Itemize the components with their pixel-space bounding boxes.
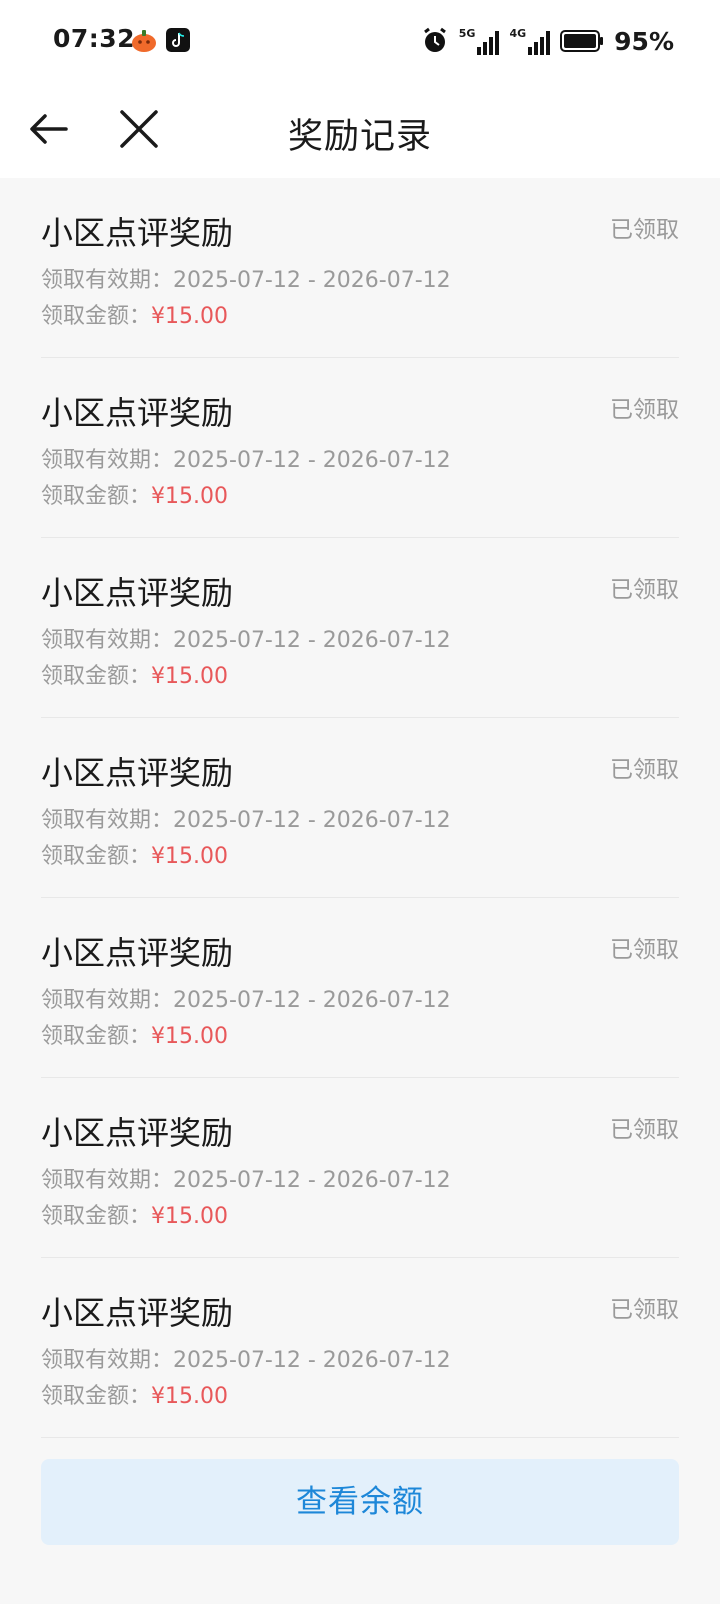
list-item[interactable]: 小区点评奖励 已领取 领取有效期：2025-07-12 - 2026-07-12… bbox=[41, 898, 679, 1078]
amount-label: 领取金额： bbox=[41, 304, 152, 329]
battery-icon bbox=[560, 30, 604, 52]
amount-value: ¥15.00 bbox=[151, 1024, 228, 1049]
amount-value: ¥15.00 bbox=[151, 1384, 228, 1409]
status-badge: 已领取 bbox=[610, 757, 679, 783]
view-balance-button[interactable]: 查看余额 bbox=[41, 1459, 679, 1545]
amount-label: 领取金额： bbox=[41, 844, 152, 869]
amount-value: ¥15.00 bbox=[151, 844, 228, 869]
validity-value: 2025-07-12 - 2026-07-12 bbox=[173, 448, 451, 473]
signal-bar bbox=[528, 47, 533, 55]
validity-label: 领取有效期： bbox=[41, 808, 174, 833]
network-4g-label: 4G bbox=[509, 27, 527, 40]
record-title: 小区点评奖励 bbox=[41, 214, 234, 252]
list-item[interactable]: 小区点评奖励 已领取 领取有效期：2025-07-12 - 2026-07-12… bbox=[41, 538, 679, 718]
record-title: 小区点评奖励 bbox=[41, 394, 234, 432]
amount-row: 领取金额：¥15.00 bbox=[41, 838, 228, 870]
reward-record-list: 小区点评奖励 已领取 领取有效期：2025-07-12 - 2026-07-12… bbox=[0, 178, 720, 1438]
signal-bar bbox=[540, 37, 545, 55]
amount-value: ¥15.00 bbox=[151, 304, 228, 329]
status-badge: 已领取 bbox=[610, 1297, 679, 1323]
validity-value: 2025-07-12 - 2026-07-12 bbox=[173, 1348, 451, 1373]
battery-percent: 95% bbox=[614, 26, 674, 56]
status-badge: 已领取 bbox=[610, 217, 679, 243]
amount-row: 领取金额：¥15.00 bbox=[41, 298, 228, 330]
status-badge: 已领取 bbox=[610, 937, 679, 963]
list-item[interactable]: 小区点评奖励 已领取 领取有效期：2025-07-12 - 2026-07-12… bbox=[41, 178, 679, 358]
list-item[interactable]: 小区点评奖励 已领取 领取有效期：2025-07-12 - 2026-07-12… bbox=[41, 1078, 679, 1258]
amount-row: 领取金额：¥15.00 bbox=[41, 1018, 228, 1050]
record-title: 小区点评奖励 bbox=[41, 574, 234, 612]
validity-label: 领取有效期： bbox=[41, 988, 174, 1013]
validity-row: 领取有效期：2025-07-12 - 2026-07-12 bbox=[41, 1162, 451, 1194]
amount-label: 领取金额： bbox=[41, 1384, 152, 1409]
status-indicators: 5G 4G 95% bbox=[421, 24, 674, 58]
list-item[interactable]: 小区点评奖励 已领取 领取有效期：2025-07-12 - 2026-07-12… bbox=[41, 358, 679, 538]
validity-row: 领取有效期：2025-07-12 - 2026-07-12 bbox=[41, 262, 451, 294]
signal-bar bbox=[489, 37, 494, 55]
signal-bar bbox=[495, 31, 500, 55]
signal-bar bbox=[534, 42, 539, 55]
validity-row: 领取有效期：2025-07-12 - 2026-07-12 bbox=[41, 622, 451, 654]
validity-label: 领取有效期： bbox=[41, 268, 174, 293]
amount-row: 领取金额：¥15.00 bbox=[41, 478, 228, 510]
amount-row: 领取金额：¥15.00 bbox=[41, 658, 228, 690]
validity-row: 领取有效期：2025-07-12 - 2026-07-12 bbox=[41, 982, 451, 1014]
network-5g-label: 5G bbox=[458, 27, 476, 40]
signal-bar bbox=[546, 31, 551, 55]
tiktok-app-icon bbox=[166, 28, 190, 52]
pumpkin-app-icon bbox=[132, 30, 156, 52]
amount-label: 领取金额： bbox=[41, 1204, 152, 1229]
amount-label: 领取金额： bbox=[41, 664, 152, 689]
page-title: 奖励记录 bbox=[287, 117, 432, 157]
record-title: 小区点评奖励 bbox=[41, 754, 234, 792]
amount-row: 领取金额：¥15.00 bbox=[41, 1198, 228, 1230]
validity-value: 2025-07-12 - 2026-07-12 bbox=[173, 988, 451, 1013]
amount-value: ¥15.00 bbox=[151, 484, 228, 509]
validity-label: 领取有效期： bbox=[41, 448, 174, 473]
signal-bar bbox=[477, 47, 482, 55]
signal-4g-icon: 4G bbox=[509, 27, 551, 55]
list-item[interactable]: 小区点评奖励 已领取 领取有效期：2025-07-12 - 2026-07-12… bbox=[41, 1258, 679, 1438]
list-item[interactable]: 小区点评奖励 已领取 领取有效期：2025-07-12 - 2026-07-12… bbox=[41, 718, 679, 898]
amount-value: ¥15.00 bbox=[151, 664, 228, 689]
validity-value: 2025-07-12 - 2026-07-12 bbox=[173, 628, 451, 653]
signal-5g-icon: 5G bbox=[459, 27, 500, 55]
validity-value: 2025-07-12 - 2026-07-12 bbox=[173, 1168, 451, 1193]
navigation-bar: 奖励记录 bbox=[0, 80, 720, 178]
signal-bar bbox=[483, 42, 488, 55]
status-badge: 已领取 bbox=[610, 1117, 679, 1143]
validity-label: 领取有效期： bbox=[41, 628, 174, 653]
record-title: 小区点评奖励 bbox=[41, 1114, 234, 1152]
amount-row: 领取金额：¥15.00 bbox=[41, 1378, 228, 1410]
validity-row: 领取有效期：2025-07-12 - 2026-07-12 bbox=[41, 442, 451, 474]
validity-value: 2025-07-12 - 2026-07-12 bbox=[173, 268, 451, 293]
record-title: 小区点评奖励 bbox=[41, 934, 234, 972]
clock-time: 07:32 bbox=[53, 24, 136, 53]
status-bar: 07:32 5G 4G 95% bbox=[0, 0, 720, 80]
status-badge: 已领取 bbox=[610, 397, 679, 423]
amount-label: 领取金额： bbox=[41, 1024, 152, 1049]
validity-row: 领取有效期：2025-07-12 - 2026-07-12 bbox=[41, 1342, 451, 1374]
amount-label: 领取金额： bbox=[41, 484, 152, 509]
alarm-clock-icon bbox=[423, 27, 446, 52]
validity-value: 2025-07-12 - 2026-07-12 bbox=[173, 808, 451, 833]
record-title: 小区点评奖励 bbox=[41, 1294, 234, 1332]
validity-row: 领取有效期：2025-07-12 - 2026-07-12 bbox=[41, 802, 451, 834]
validity-label: 领取有效期： bbox=[41, 1348, 174, 1373]
validity-label: 领取有效期： bbox=[41, 1168, 174, 1193]
status-badge: 已领取 bbox=[610, 577, 679, 603]
amount-value: ¥15.00 bbox=[151, 1204, 228, 1229]
